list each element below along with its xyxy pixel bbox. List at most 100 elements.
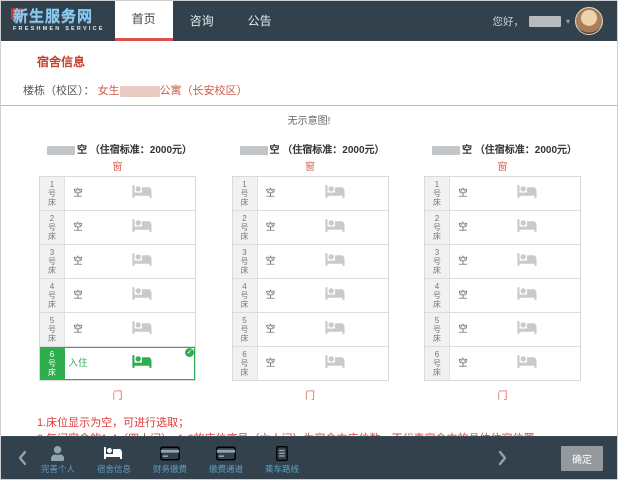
bed-number-label: 4号床 <box>233 279 258 312</box>
user-area: 您好， ▾ <box>492 1 617 41</box>
bed-row[interactable]: 2号床空 <box>425 210 580 244</box>
bed-status: 空 <box>450 211 476 244</box>
chevron-down-icon[interactable]: ▾ <box>566 17 570 26</box>
room-title: 空 （住宿标准：2000元） <box>47 141 196 156</box>
bed-number-label: 4号床 <box>425 279 450 312</box>
bed-row[interactable]: 2号床空 <box>233 210 388 244</box>
bed-table: 1号床空2号床空3号床空4号床空5号床空6号床空 <box>424 176 581 381</box>
bed-icon <box>132 217 154 239</box>
bottom-toolbar: 完善个人 宿舍信息 财务缴费 缴费通道 乘车路线 确定 <box>1 436 617 479</box>
bed-cell <box>476 347 580 380</box>
footer-nav-item[interactable]: 乘车路线 <box>259 442 305 475</box>
bed-status: 入住 <box>65 347 91 380</box>
bed-number-label: 5号床 <box>40 313 65 346</box>
bed-row[interactable]: 4号床空 <box>425 278 580 312</box>
bed-row[interactable]: 3号床空 <box>40 244 195 278</box>
bed-status: 空 <box>450 279 476 312</box>
bed-cell <box>476 279 580 312</box>
bed-row[interactable]: 1号床空 <box>233 177 388 210</box>
building-name-redacted <box>120 86 160 97</box>
site-logo: 新生服务网 FRESHMEN SERVICE <box>1 1 115 41</box>
building-row: 楼栋（校区）： 女生公寓（长安校区） <box>23 82 617 98</box>
room-title: 空 （住宿标准：2000元） <box>432 141 581 156</box>
divider <box>1 105 617 106</box>
bed-table: 1号床空2号床空3号床空4号床空5号床空6号床空 <box>232 176 389 381</box>
footer-nav-item[interactable]: 宿舍信息 <box>91 442 137 475</box>
bed-row[interactable]: 3号床空 <box>233 244 388 278</box>
page-title: 宿舍信息 <box>37 53 617 70</box>
header-tab[interactable]: 咨询 <box>173 1 231 41</box>
footer-nav: 完善个人 宿舍信息 财务缴费 缴费通道 乘车路线 <box>35 442 305 475</box>
bed-number-label: 1号床 <box>425 177 450 210</box>
bed-cell <box>284 347 388 380</box>
bed-number-label: 5号床 <box>233 313 258 346</box>
bed-icon <box>325 183 347 205</box>
prev-chevron-icon[interactable] <box>15 450 29 466</box>
bed-number-label: 3号床 <box>40 245 65 278</box>
bed-number-label: 3号床 <box>425 245 450 278</box>
bed-number-label: 2号床 <box>40 211 65 244</box>
footer-nav-item[interactable]: 完善个人 <box>35 442 81 475</box>
bed-number-label: 6号床 <box>40 347 65 380</box>
window-label: 窗 <box>232 158 389 173</box>
bed-row[interactable]: 3号床空 <box>425 244 580 278</box>
building-value: 女生公寓（长安校区） <box>98 85 248 97</box>
bed-row[interactable]: 5号床空 <box>233 312 388 346</box>
bed-number-label: 1号床 <box>233 177 258 210</box>
header-tab[interactable]: 公告 <box>231 1 289 41</box>
next-chevron-icon[interactable] <box>495 450 509 466</box>
bed-row[interactable]: 6号床空 <box>233 346 388 380</box>
bed-row[interactable]: 1号床空 <box>40 177 195 210</box>
avatar[interactable] <box>575 7 603 35</box>
door-label: 门 <box>39 387 196 402</box>
bed-cell <box>476 313 580 346</box>
bed-icon <box>517 353 539 375</box>
header-tabs: 首页咨询公告 <box>115 1 289 41</box>
bed-row[interactable]: 5号床空 <box>425 312 580 346</box>
bed-number-label: 3号床 <box>233 245 258 278</box>
bed-status: 空 <box>65 211 91 244</box>
room-number-redacted <box>240 146 268 155</box>
bed-row[interactable]: 4号床空 <box>233 278 388 312</box>
logo-title: 新生服务网 <box>13 9 105 25</box>
footer-nav-label: 财务缴费 <box>153 463 187 475</box>
bed-status: 空 <box>65 279 91 312</box>
bed-icon <box>325 285 347 307</box>
greeting-text: 您好， <box>492 14 524 29</box>
bed-row[interactable]: 5号床空 <box>40 312 195 346</box>
bed-row[interactable]: 4号床空 <box>40 278 195 312</box>
footer-nav-label: 完善个人 <box>41 463 75 475</box>
footer-nav-item[interactable]: 缴费通道 <box>203 442 249 475</box>
bed-cell <box>284 245 388 278</box>
bed-row[interactable]: 6号床入住✓ <box>40 346 195 380</box>
bed-row[interactable]: 6号床空 <box>425 346 580 380</box>
bed-cell <box>284 313 388 346</box>
footer-nav-item[interactable]: 财务缴费 <box>147 442 193 475</box>
bed-number-label: 6号床 <box>425 347 450 380</box>
route-icon <box>276 445 288 461</box>
confirm-button[interactable]: 确定 <box>561 446 603 471</box>
footer-nav-label: 缴费通道 <box>209 463 243 475</box>
bed-icon <box>132 251 154 273</box>
bed-row[interactable]: 1号床空 <box>425 177 580 210</box>
bed-cell <box>91 313 195 346</box>
room-title-text: 空 （住宿标准：2000元） <box>462 145 577 156</box>
room-title-text: 空 （住宿标准：2000元） <box>77 145 192 156</box>
top-header: 新生服务网 FRESHMEN SERVICE 首页咨询公告 您好， ▾ <box>1 1 617 41</box>
bed-cell <box>91 245 195 278</box>
bed-number-label: 4号床 <box>40 279 65 312</box>
room-column: 空 （住宿标准：2000元）窗1号床空2号床空3号床空4号床空5号床空6号床空门 <box>232 141 389 402</box>
footer-nav-label: 宿舍信息 <box>97 463 131 475</box>
header-tab[interactable]: 首页 <box>115 1 173 41</box>
bed-status: 空 <box>450 245 476 278</box>
bed-status: 空 <box>258 279 284 312</box>
card-icon <box>160 445 180 461</box>
bed-icon <box>517 319 539 341</box>
window-label: 窗 <box>424 158 581 173</box>
bed-number-label: 2号床 <box>233 211 258 244</box>
bed-icon <box>132 285 154 307</box>
bed-row[interactable]: 2号床空 <box>40 210 195 244</box>
bed-table: 1号床空2号床空3号床空4号床空5号床空6号床入住✓ <box>39 176 196 381</box>
bed-icon <box>325 319 347 341</box>
room-title: 空 （住宿标准：2000元） <box>240 141 389 156</box>
